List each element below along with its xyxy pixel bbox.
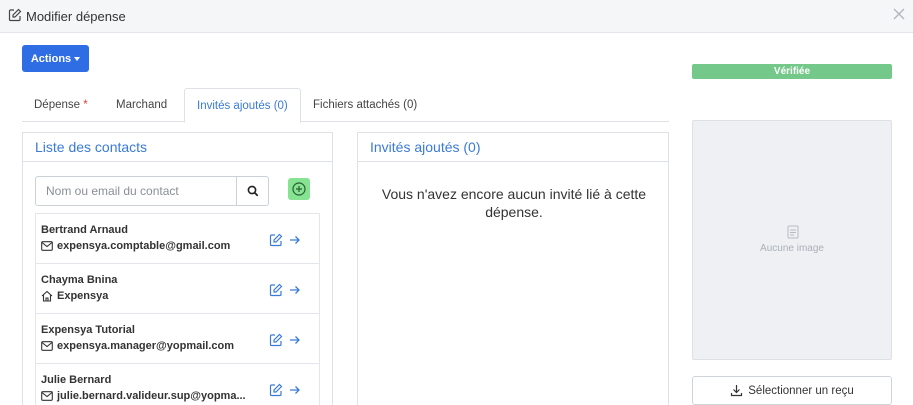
select-receipt-button[interactable]: Sélectionner un reçu: [692, 376, 892, 405]
actions-label: Actions: [30, 52, 72, 65]
tab-attachments-label: Fichiers attachés (0): [313, 99, 418, 111]
plus-circle-icon: [292, 182, 306, 196]
contacts-title: Liste des contacts: [23, 133, 332, 162]
contact-actions: [269, 333, 301, 350]
receipt-preview: Aucune image: [692, 120, 892, 360]
search-button[interactable]: [236, 176, 269, 206]
empty-message: Vous n'avez encore aucun invité lié à ce…: [381, 186, 647, 220]
actions-button[interactable]: Actions: [22, 45, 89, 72]
tab-attachments[interactable]: Fichiers attachés (0): [301, 88, 429, 122]
contact-item: Expensya Tutorial expensya.manager@yopma…: [36, 314, 319, 364]
edit-icon[interactable]: [269, 333, 283, 350]
arrow-right-icon[interactable]: [289, 234, 301, 249]
contact-item: Julie Bernard julie.bernard.valideur.sup…: [36, 364, 319, 405]
contact-actions: [269, 383, 301, 400]
contact-actions: [269, 233, 301, 250]
arrow-right-icon[interactable]: [289, 334, 301, 349]
edit-icon[interactable]: [269, 233, 283, 250]
contact-email: expensya.manager@yopmail.com: [57, 340, 235, 352]
contacts-panel: Liste des contacts Bertrand Arnaud expen…: [22, 132, 333, 405]
contact-email: expensya.comptable@gmail.com: [57, 240, 231, 252]
mail-icon: [41, 341, 53, 351]
contact-email: julie.bernard.valideur.sup@yopma...: [57, 390, 246, 402]
add-contact-button[interactable]: [288, 178, 310, 200]
guests-title: Invités ajoutés (0): [358, 133, 668, 162]
arrow-right-icon[interactable]: [289, 284, 301, 299]
close-icon[interactable]: [891, 8, 907, 24]
edit-icon[interactable]: [269, 383, 283, 400]
tab-guests[interactable]: Invités ajoutés (0): [184, 88, 301, 123]
no-image-label: Aucune image: [760, 243, 824, 254]
tab-merchant[interactable]: Marchand: [104, 88, 179, 122]
contact-company: Expensya: [57, 290, 109, 302]
contact-actions: [269, 283, 301, 300]
download-icon: [731, 385, 743, 397]
document-icon: [787, 225, 799, 242]
edit-icon[interactable]: [269, 283, 283, 300]
contact-item: Chayma Bnina Expensya: [36, 264, 319, 314]
contact-list: Bertrand Arnaud expensya.comptable@gmail…: [35, 213, 320, 405]
tab-merchant-label: Marchand: [116, 99, 168, 111]
edit-icon: [8, 8, 22, 25]
home-icon: [41, 290, 53, 302]
arrow-right-icon[interactable]: [289, 384, 301, 399]
tab-bar: Dépense * Marchand Invités ajoutés (0) F…: [22, 88, 669, 123]
guests-panel: Invités ajoutés (0) Vous n'avez encore a…: [357, 132, 669, 405]
contact-search-input[interactable]: [35, 176, 236, 206]
tab-expense[interactable]: Dépense *: [22, 88, 100, 122]
search-group: [35, 176, 269, 206]
tab-expense-label: Dépense: [34, 99, 81, 111]
caret-down-icon: [74, 56, 81, 61]
modal-header: Modifier dépense: [0, 0, 913, 33]
modal-title: Modifier dépense: [26, 8, 126, 24]
status-badge: Vérifiée: [692, 64, 892, 79]
contact-item: Bertrand Arnaud expensya.comptable@gmail…: [36, 214, 319, 264]
mail-icon: [41, 241, 53, 251]
tab-guests-label: Invités ajoutés (0): [197, 100, 288, 112]
required-mark: *: [83, 99, 88, 111]
search-icon: [247, 185, 258, 197]
select-receipt-label: Sélectionner un reçu: [748, 384, 854, 397]
mail-icon: [41, 391, 53, 401]
